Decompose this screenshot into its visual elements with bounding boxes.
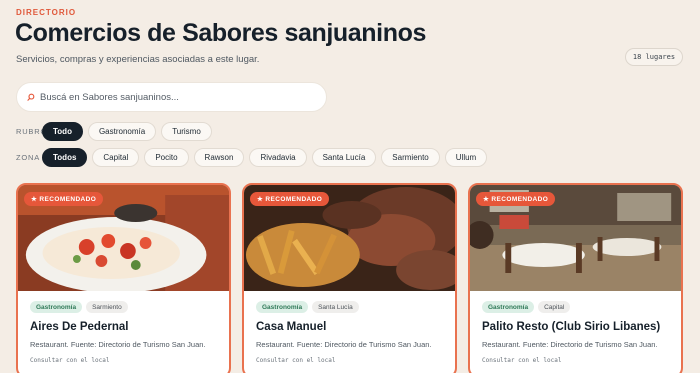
- category-tag: Gastronomía: [30, 301, 83, 313]
- business-card[interactable]: ★ RECOMENDADO Gastronomía Capital Palito…: [468, 183, 683, 373]
- zone-tag: Sarmiento: [86, 301, 128, 313]
- card-title[interactable]: Palito Resto (Club Sirio Libanes): [482, 321, 660, 333]
- card-description: Restaurant. Fuente: Directorio de Turism…: [256, 340, 432, 349]
- page-title: Comercios de Sabores sanjuaninos: [15, 19, 426, 47]
- recommended-badge: ★ RECOMENDADO: [24, 192, 104, 206]
- chip-rubro-todo[interactable]: Todo: [42, 122, 83, 141]
- business-card[interactable]: ★ RECOMENDADO Gastronomía Sarmiento Aire…: [16, 183, 231, 373]
- filter-rubro-label: RUBRO: [16, 127, 48, 136]
- card-contact: Consultar con el local: [256, 357, 336, 364]
- chip-zona-rawson[interactable]: Rawson: [193, 148, 245, 167]
- chip-zona-capital[interactable]: Capital: [92, 148, 140, 167]
- results-count-badge: 18 lugares: [625, 48, 683, 66]
- chip-zona-rivadavia[interactable]: Rivadavia: [249, 148, 307, 167]
- card-tags: Gastronomía Capital: [482, 301, 574, 313]
- page-subtitle: Servicios, compras y experiencias asocia…: [16, 54, 260, 65]
- zone-tag: Capital: [538, 301, 571, 313]
- chip-zona-todos[interactable]: Todos: [42, 148, 88, 167]
- card-contact: Consultar con el local: [482, 357, 562, 364]
- zone-tag: Santa Lucía: [312, 301, 359, 313]
- chip-rubro-gastronomia[interactable]: Gastronomía: [87, 122, 157, 141]
- card-tags: Gastronomía Santa Lucía: [256, 301, 363, 313]
- recommended-badge: ★ RECOMENDADO: [476, 192, 556, 206]
- search-bar[interactable]: [16, 82, 327, 112]
- card-description: Restaurant. Fuente: Directorio de Turism…: [482, 340, 658, 349]
- directory-eyebrow: DIRECTORIO: [16, 8, 77, 17]
- chip-zona-sarmiento[interactable]: Sarmiento: [381, 148, 440, 167]
- category-tag: Gastronomía: [482, 301, 535, 313]
- filter-rubro: RUBRO Todo Gastronomía Turismo: [16, 122, 217, 141]
- chip-zona-ullum[interactable]: Ullum: [444, 148, 488, 167]
- card-description: Restaurant. Fuente: Directorio de Turism…: [30, 340, 206, 349]
- filter-zona: ZONA Todos Capital Pocito Rawson Rivadav…: [16, 148, 492, 167]
- search-input[interactable]: [40, 91, 320, 103]
- filter-zona-label: ZONA: [16, 153, 41, 162]
- chip-zona-pocito[interactable]: Pocito: [144, 148, 189, 167]
- business-card[interactable]: ★ RECOMENDADO Gastronomía Santa Lucía Ca…: [242, 183, 457, 373]
- card-title[interactable]: Casa Manuel: [256, 321, 326, 333]
- recommended-badge: ★ RECOMENDADO: [250, 192, 330, 206]
- category-tag: Gastronomía: [256, 301, 309, 313]
- chip-zona-santa-lucia[interactable]: Santa Lucía: [311, 148, 377, 167]
- search-icon: [27, 93, 35, 101]
- card-title[interactable]: Aires De Pedernal: [30, 321, 128, 333]
- card-contact: Consultar con el local: [30, 357, 110, 364]
- chip-rubro-turismo[interactable]: Turismo: [161, 122, 212, 141]
- card-tags: Gastronomía Sarmiento: [30, 301, 132, 313]
